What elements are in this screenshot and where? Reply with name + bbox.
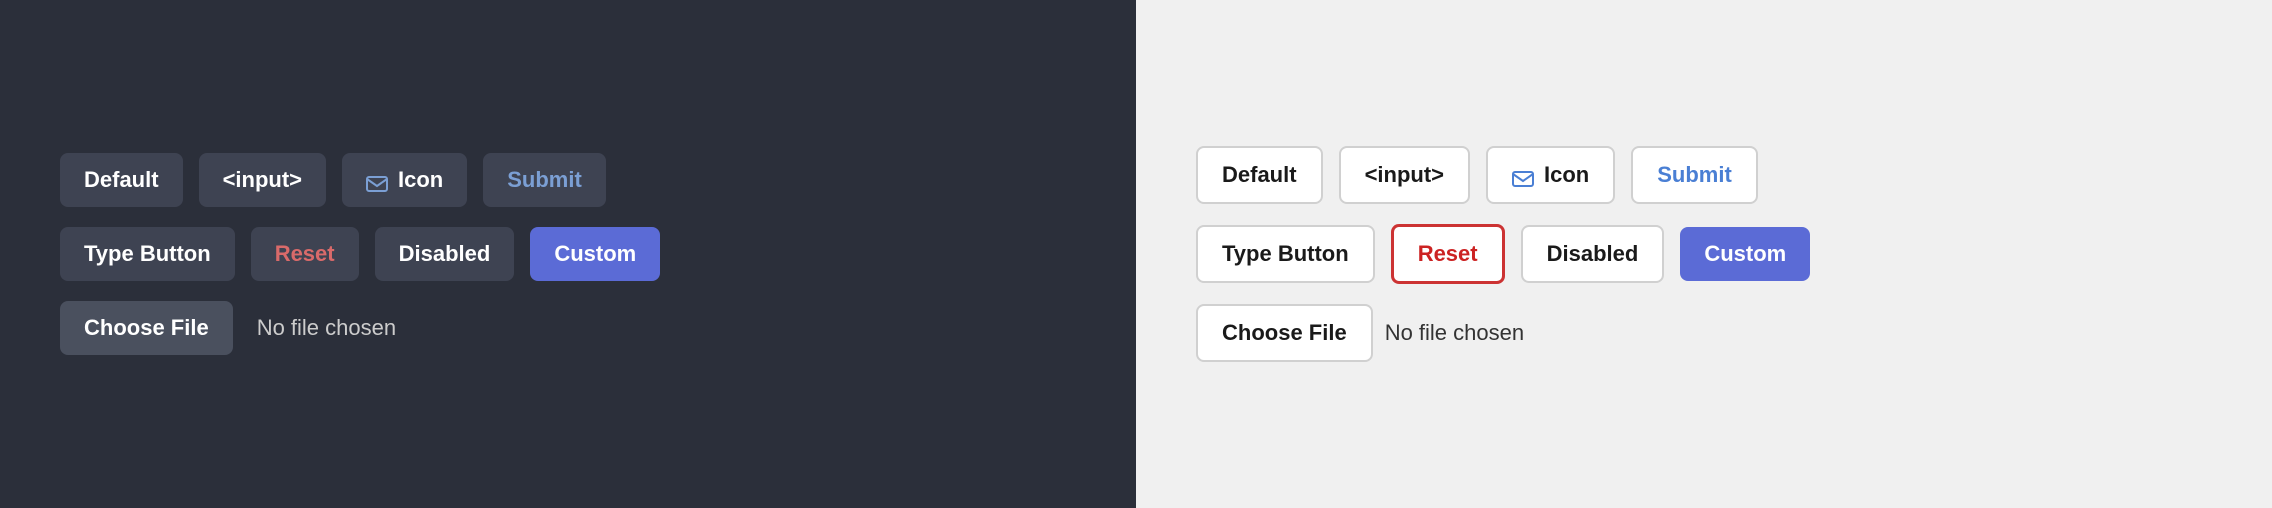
envelope-icon (366, 172, 388, 188)
dark-default-label: Default (84, 167, 159, 193)
dark-panel: Default <input> Icon Submit Type Button … (0, 0, 1136, 508)
light-default-label: Default (1222, 162, 1297, 188)
dark-input-label: <input> (223, 167, 302, 193)
light-typebutton-button[interactable]: Type Button (1196, 225, 1375, 283)
light-input-label: <input> (1365, 162, 1444, 188)
light-reset-button[interactable]: Reset (1391, 224, 1505, 284)
light-icon-button[interactable]: Icon (1486, 146, 1615, 204)
envelope-icon-light (1512, 167, 1534, 183)
dark-typebutton-label: Type Button (84, 241, 211, 267)
dark-disabled-button[interactable]: Disabled (375, 227, 515, 281)
light-panel: Default <input> Icon Submit Type Button … (1136, 0, 2272, 508)
dark-disabled-label: Disabled (399, 241, 491, 267)
light-custom-label: Custom (1704, 241, 1786, 267)
light-input-button[interactable]: <input> (1339, 146, 1470, 204)
light-row-1: Default <input> Icon Submit (1196, 146, 2212, 204)
light-disabled-button[interactable]: Disabled (1521, 225, 1665, 283)
light-submit-label: Submit (1657, 162, 1732, 188)
dark-icon-label: Icon (398, 167, 443, 193)
dark-row-2: Type Button Reset Disabled Custom (60, 227, 1076, 281)
dark-choosefile-label: Choose File (84, 315, 209, 340)
dark-icon-button[interactable]: Icon (342, 153, 467, 207)
light-reset-label: Reset (1418, 241, 1478, 267)
dark-typebutton-button[interactable]: Type Button (60, 227, 235, 281)
light-typebutton-label: Type Button (1222, 241, 1349, 267)
light-nofile-text: No file chosen (1385, 320, 1524, 346)
dark-reset-label: Reset (275, 241, 335, 267)
dark-input-button[interactable]: <input> (199, 153, 326, 207)
light-icon-label: Icon (1544, 162, 1589, 188)
dark-submit-label: Submit (507, 167, 582, 193)
light-row-3: Choose File No file chosen (1196, 304, 2212, 362)
light-choosefile-label: Choose File (1222, 320, 1347, 345)
dark-submit-button[interactable]: Submit (483, 153, 606, 207)
dark-custom-button[interactable]: Custom (530, 227, 660, 281)
dark-row-1: Default <input> Icon Submit (60, 153, 1076, 207)
light-choosefile-button[interactable]: Choose File (1196, 304, 1373, 362)
dark-reset-button[interactable]: Reset (251, 227, 359, 281)
dark-row-3: Choose File No file chosen (60, 301, 1076, 355)
dark-nofile-text: No file chosen (257, 315, 396, 341)
light-submit-button[interactable]: Submit (1631, 146, 1758, 204)
dark-choosefile-button[interactable]: Choose File (60, 301, 233, 355)
dark-default-button[interactable]: Default (60, 153, 183, 207)
light-default-button[interactable]: Default (1196, 146, 1323, 204)
dark-custom-label: Custom (554, 241, 636, 267)
light-row-2: Type Button Reset Disabled Custom (1196, 224, 2212, 284)
light-custom-button[interactable]: Custom (1680, 227, 1810, 281)
light-disabled-label: Disabled (1547, 241, 1639, 267)
